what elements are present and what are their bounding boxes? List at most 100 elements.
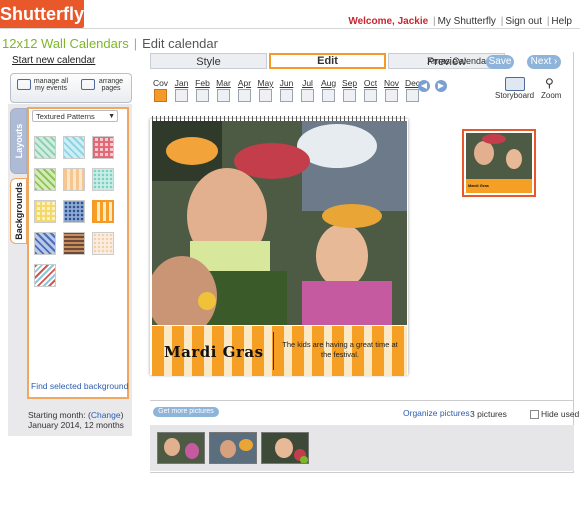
month-item[interactable]: Cov — [150, 78, 171, 102]
arrange-pages-icon — [81, 79, 95, 90]
shutterfly-logo[interactable]: Shutterfly — [0, 0, 84, 28]
product-name: 12x12 Wall Calendars — [2, 36, 129, 51]
background-swatch[interactable] — [34, 264, 56, 287]
month-page-icon — [322, 89, 335, 102]
banner-caption[interactable]: The kids are having a great time at the … — [277, 340, 403, 360]
month-navigator: Cov Jan Feb Mar Apr May Jun Jul Aug Sep Oct Nov Dec — [150, 78, 423, 102]
tab-edit[interactable]: Edit — [269, 53, 386, 69]
next-month-icon[interactable]: ▶ — [435, 80, 447, 92]
background-swatch[interactable] — [34, 200, 56, 223]
background-swatch[interactable] — [92, 200, 114, 223]
my-shutterfly-link[interactable]: My Shutterfly — [438, 16, 496, 27]
storyboard-icon[interactable] — [505, 77, 525, 91]
month-item[interactable]: May — [255, 78, 276, 102]
month-label: Oct — [363, 78, 378, 88]
banner-divider — [273, 332, 274, 370]
breadcrumb: Edit calendar — [142, 36, 218, 51]
sign-out-link[interactable]: Sign out — [505, 16, 542, 27]
background-swatch[interactable] — [63, 200, 85, 223]
tab-layouts[interactable]: Layouts — [10, 108, 27, 174]
month-item[interactable]: Mar — [213, 78, 234, 102]
month-page-icon — [280, 89, 293, 102]
banner-title[interactable]: Mardi Gras — [164, 343, 264, 361]
starting-month: Starting month: (Change) January 2014, 1… — [28, 410, 124, 430]
tray-picture[interactable] — [157, 432, 205, 464]
dropdown-arrow-icon: ▼ — [108, 113, 115, 120]
header-divider — [0, 28, 580, 29]
month-label: Aug — [320, 78, 337, 88]
background-swatch[interactable] — [92, 168, 114, 191]
starting-month-label: Starting month: ( — [28, 410, 91, 420]
page-thumbnail[interactable]: Mardi Gras — [462, 129, 536, 197]
month-page-icon — [259, 89, 272, 102]
hide-used-toggle[interactable]: Hide used — [530, 409, 580, 420]
month-item[interactable]: Oct — [360, 78, 381, 102]
prev-month-icon[interactable]: ◀ — [418, 80, 430, 92]
month-label: Feb — [195, 78, 210, 88]
month-page-icon — [217, 89, 230, 102]
background-swatch[interactable] — [34, 232, 56, 255]
month-page-icon — [406, 89, 419, 102]
zoom-label[interactable]: Zoom — [541, 91, 561, 100]
month-label: Cov — [152, 78, 169, 88]
month-label: Jun — [279, 78, 294, 88]
calendar-name: Xmas Calendar — [427, 56, 490, 66]
storyboard-label[interactable]: Storyboard — [495, 91, 534, 100]
tray-divider — [150, 400, 574, 401]
month-label: Jan — [174, 78, 189, 88]
month-item[interactable]: Jun — [276, 78, 297, 102]
month-page-icon — [196, 89, 209, 102]
tab-backgrounds-label: Backgrounds — [13, 182, 24, 240]
zoom-icon[interactable]: ⚲ — [545, 76, 554, 90]
page-toolbar: manage all my events arrange pages — [10, 73, 132, 103]
month-label: Jul — [302, 78, 313, 88]
starting-month-value: January 2014, 12 months — [28, 420, 124, 430]
get-more-pictures-button[interactable]: Get more pictures — [153, 407, 219, 417]
background-swatch[interactable] — [34, 168, 56, 191]
tray-picture[interactable] — [209, 432, 257, 464]
account-links: Welcome, Jackie | My Shutterfly | Sign out… — [348, 16, 572, 27]
background-swatch[interactable] — [63, 136, 85, 159]
month-page-icon — [301, 89, 314, 102]
month-label: Sep — [341, 78, 358, 88]
tab-style[interactable]: Style — [150, 53, 267, 69]
month-page-icon — [385, 89, 398, 102]
background-swatch[interactable] — [63, 168, 85, 191]
save-button[interactable]: Save — [486, 55, 514, 69]
change-starting-month-link[interactable]: Change — [91, 410, 121, 420]
welcome-text: Welcome, Jackie — [348, 16, 429, 27]
tray-picture[interactable] — [261, 432, 309, 464]
background-swatch[interactable] — [92, 232, 114, 255]
page-photo[interactable] — [152, 121, 407, 325]
tab-backgrounds[interactable]: Backgrounds — [10, 178, 27, 244]
month-item[interactable]: Jan — [171, 78, 192, 102]
month-page-icon — [154, 89, 167, 102]
month-item[interactable]: Aug — [318, 78, 339, 102]
find-selected-background-link[interactable]: Find selected background — [31, 381, 128, 391]
category-value: Textured Patterns — [36, 112, 95, 121]
hide-used-label: Hide used — [541, 409, 580, 419]
background-swatch[interactable] — [92, 136, 114, 159]
month-label: May — [257, 78, 274, 88]
manage-events-button[interactable]: manage all my events — [31, 78, 71, 92]
hide-used-checkbox[interactable] — [530, 410, 539, 420]
month-item[interactable]: Sep — [339, 78, 360, 102]
next-button[interactable]: Next › — [527, 55, 561, 69]
month-item[interactable]: Nov — [381, 78, 402, 102]
background-swatch[interactable] — [34, 136, 56, 159]
tab-layouts-label: Layouts — [13, 123, 24, 159]
start-new-calendar-link[interactable]: Start new calendar — [12, 55, 95, 66]
month-page-icon — [343, 89, 356, 102]
page-title: 12x12 Wall Calendars | Edit calendar — [2, 36, 218, 51]
month-item[interactable]: Apr — [234, 78, 255, 102]
organize-pictures-link[interactable]: Organize pictures — [403, 408, 470, 418]
month-item[interactable]: Jul — [297, 78, 318, 102]
background-category-select[interactable]: Textured Patterns ▼ — [32, 110, 118, 122]
picture-count: 3 pictures — [470, 409, 507, 419]
events-list-icon — [17, 79, 31, 90]
background-swatch[interactable] — [63, 232, 85, 255]
month-item[interactable]: Feb — [192, 78, 213, 102]
month-page-icon — [364, 89, 377, 102]
arrange-pages-button[interactable]: arrange pages — [95, 78, 127, 92]
help-link[interactable]: Help — [551, 16, 572, 27]
